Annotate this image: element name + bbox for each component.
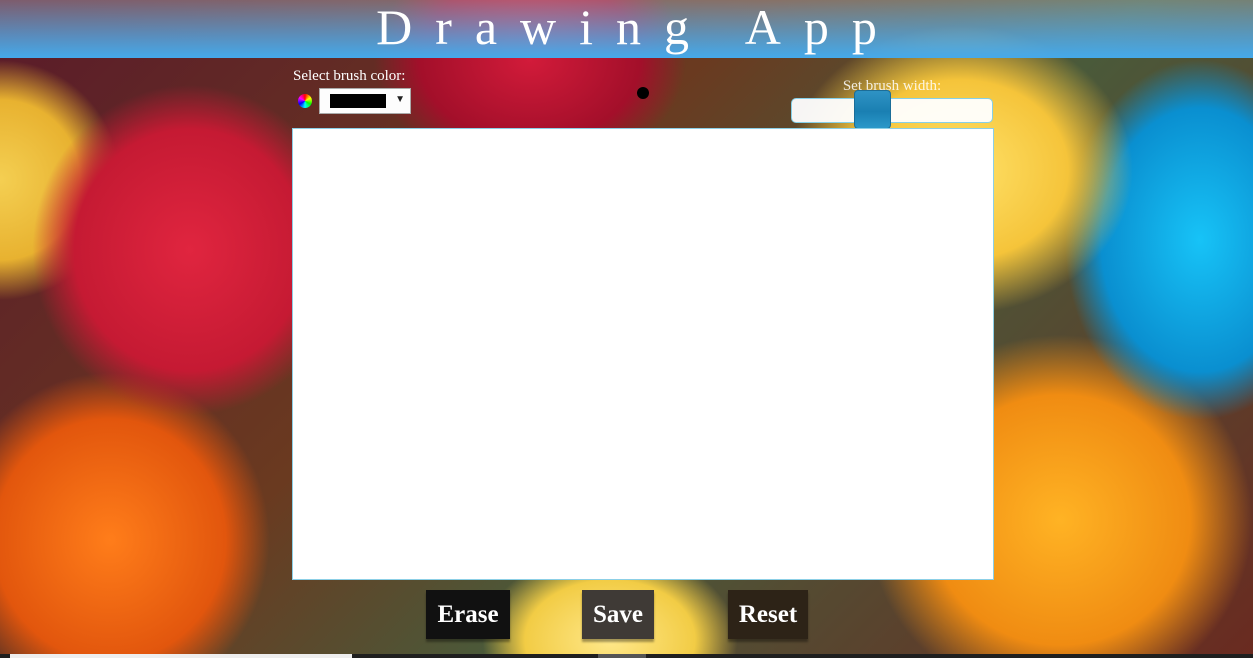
bottom-scrollbar[interactable]: [0, 654, 1253, 658]
brush-width-slider[interactable]: [791, 90, 993, 129]
slider-handle[interactable]: [854, 90, 891, 129]
erase-button[interactable]: Erase: [426, 590, 510, 639]
brush-width-section: Set brush width:: [791, 78, 993, 129]
color-select-dropdown[interactable]: ▼: [319, 88, 411, 114]
color-picker-section: Select brush color: ▼: [293, 68, 411, 114]
dropdown-arrow-icon: ▼: [395, 94, 405, 105]
save-button[interactable]: Save: [582, 590, 654, 639]
drawing-canvas[interactable]: [292, 128, 994, 580]
selected-color-swatch: [330, 94, 386, 108]
reset-button[interactable]: Reset: [728, 590, 808, 639]
color-picker-row: ▼: [293, 88, 411, 114]
scrollbar-thumb[interactable]: [10, 654, 352, 658]
header-bar: Drawing App: [0, 0, 1253, 58]
brush-width-label: Set brush width:: [842, 78, 942, 94]
color-picker-label: Select brush color:: [293, 68, 406, 84]
scrollbar-segment: [598, 654, 646, 658]
brush-preview-dot: [637, 87, 649, 99]
app-title: Drawing App: [376, 0, 900, 55]
color-wheel-icon[interactable]: [298, 94, 312, 108]
